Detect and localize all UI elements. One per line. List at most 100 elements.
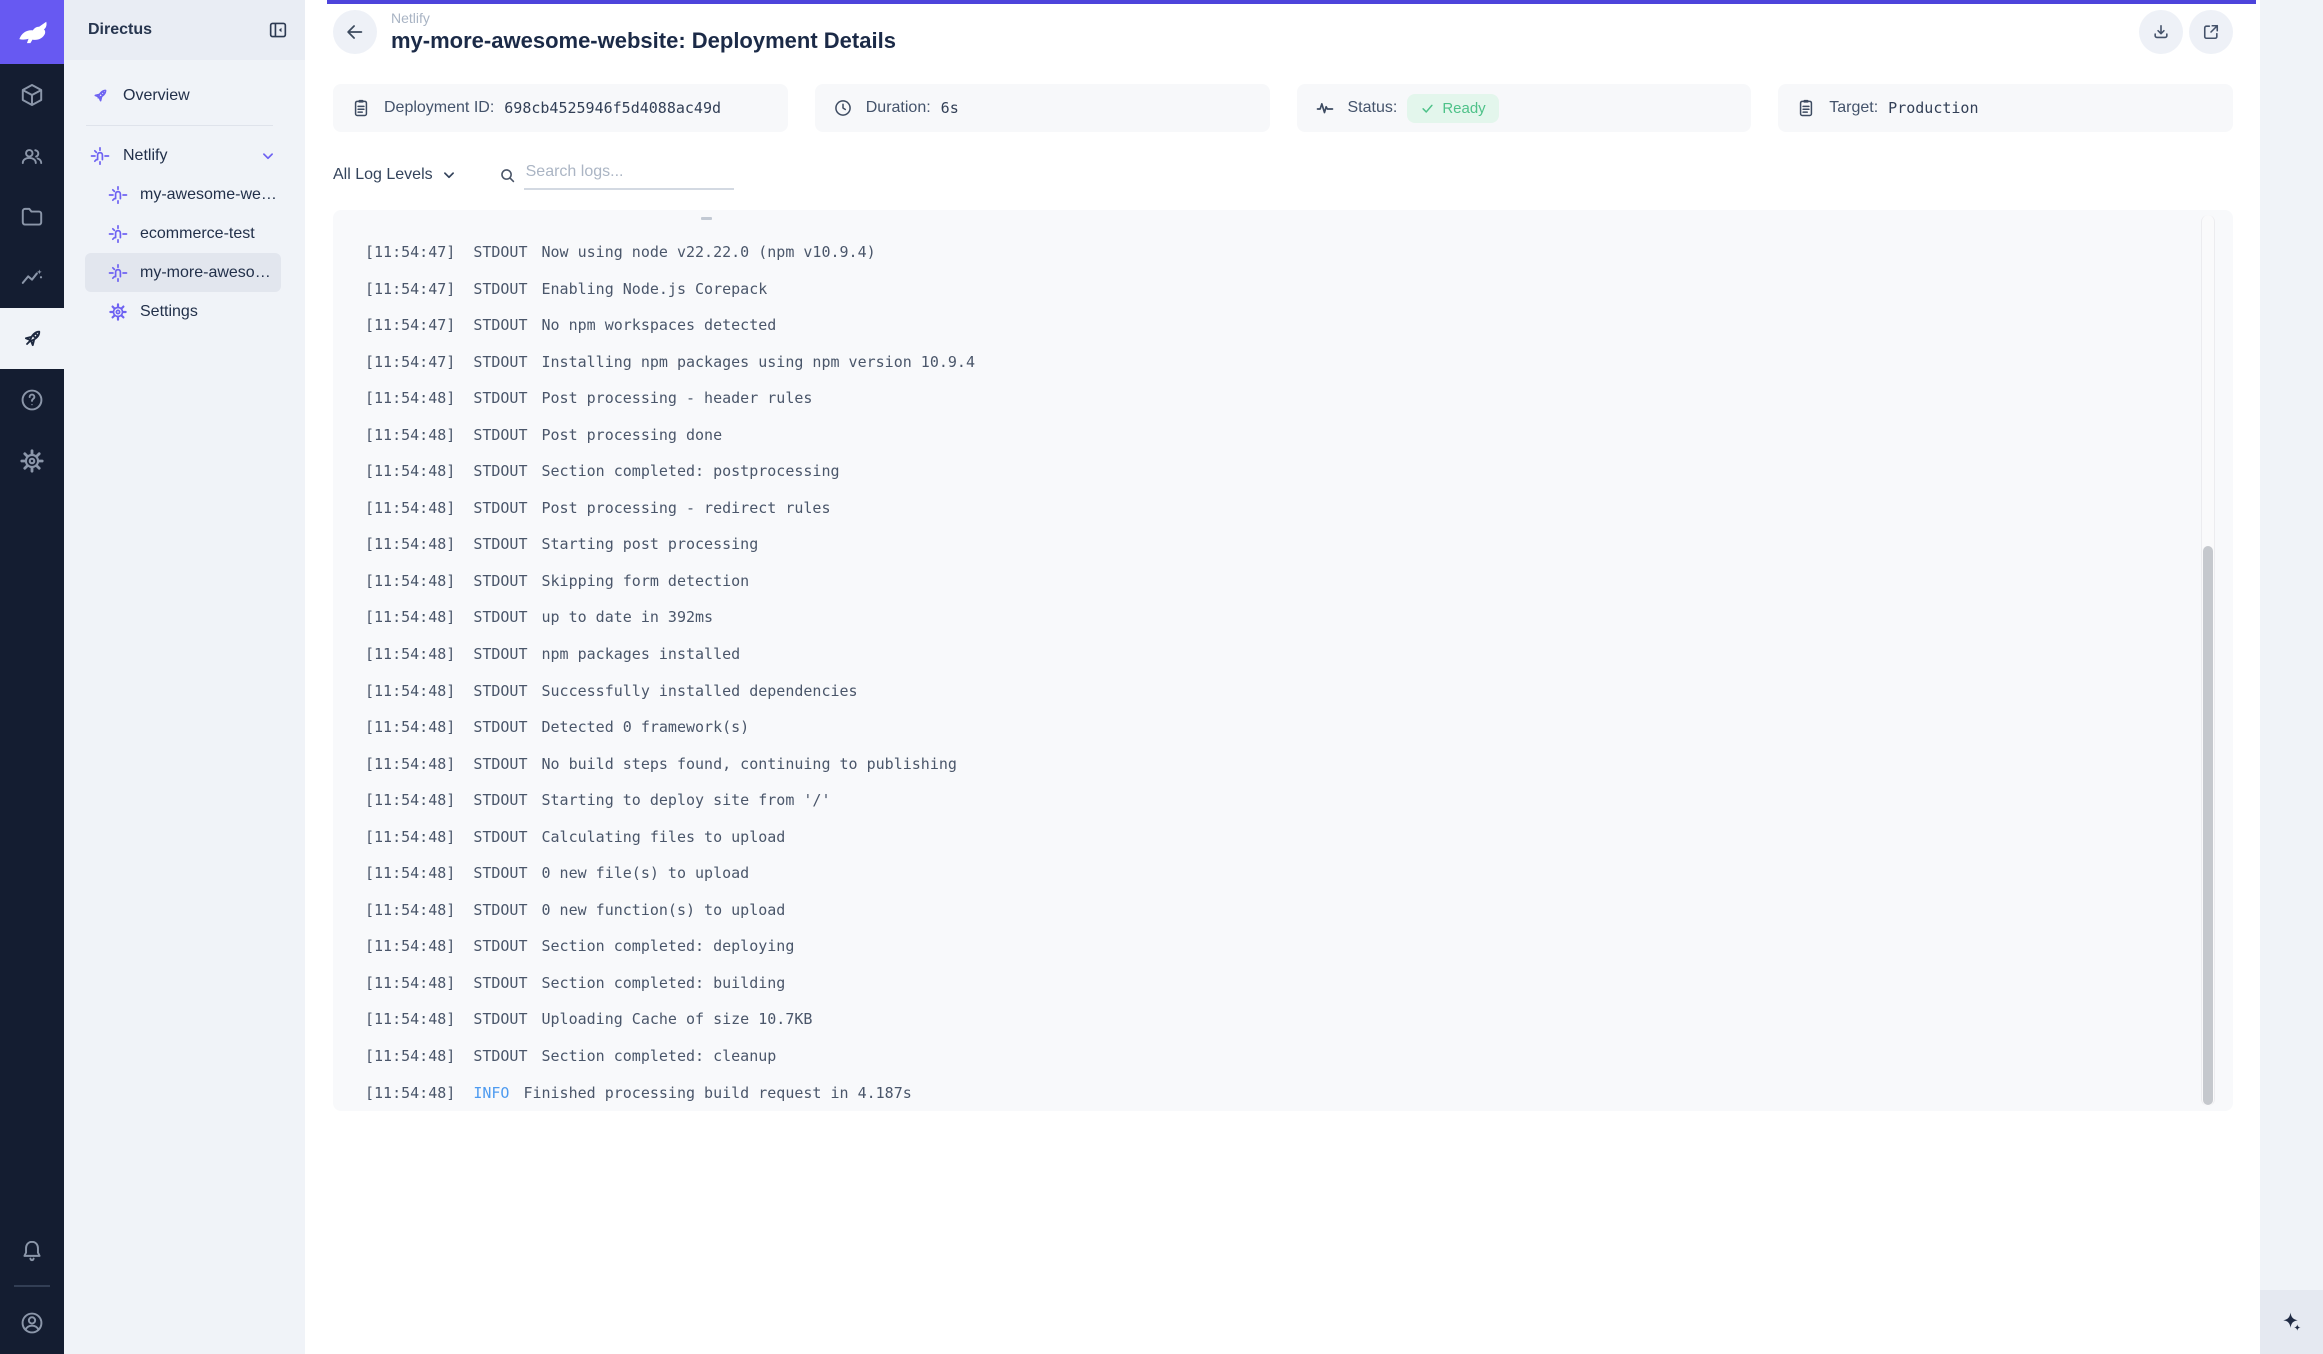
account-circle-icon (19, 1310, 45, 1336)
log-row: [11:54:48]STDOUTPost processing - header… (365, 380, 2173, 417)
netlify-node-icon (90, 146, 110, 166)
log-row: [11:54:48]STDOUT0 new file(s) to upload (365, 855, 2173, 892)
sidebar-item-label: Settings (140, 303, 198, 321)
module-files[interactable] (0, 186, 64, 247)
nav-header: Directus (64, 0, 305, 60)
people-icon (19, 143, 45, 169)
module-help[interactable] (0, 369, 64, 430)
module-bar-spacer (0, 491, 64, 1220)
duration-value: 6s (941, 99, 959, 117)
project-name: Directus (88, 21, 152, 39)
log-row: [11:54:48]STDOUTCalculating files to upl… (365, 819, 2173, 856)
log-row: [11:54:48]STDOUTSection completed: build… (365, 965, 2173, 1002)
page-header: Netlify my-more-awesome-website: Deploym… (305, 0, 2260, 54)
sidebar-item-ecommerce-test[interactable]: ecommerce-test (85, 214, 281, 253)
log-row: [11:54:48]STDOUTStarting post processing (365, 526, 2173, 563)
folder-icon (19, 204, 45, 230)
module-insights[interactable] (0, 247, 64, 308)
nav-items: Overview Netlify (64, 60, 305, 331)
main-content: Netlify my-more-awesome-website: Deploym… (305, 0, 2260, 1354)
log-row: [11:54:48]STDOUTup to date in 392ms (365, 599, 2173, 636)
log-level-dropdown[interactable]: All Log Levels (333, 166, 458, 184)
log-row: [11:54:47]STDOUTNo npm workspaces detect… (365, 307, 2173, 344)
module-users[interactable] (0, 125, 64, 186)
sidebar-item-label: ecommerce-test (140, 225, 255, 243)
log-row: [11:54:48]STDOUTSection completed: deplo… (365, 928, 2173, 965)
back-button[interactable] (333, 10, 377, 54)
netlify-node-icon (108, 224, 128, 244)
chevron-down-icon (440, 166, 458, 184)
log-row: [11:54:48]STDOUTnpm packages installed (365, 636, 2173, 673)
collapse-sidebar-button[interactable] (267, 19, 289, 41)
sidebar-item-label: Overview (123, 87, 190, 105)
duration-card: Duration: 6s (815, 84, 1270, 132)
target-card: Target: Production (1778, 84, 2233, 132)
gear-icon (108, 302, 128, 322)
deployment-id-card: Deployment ID: 698cb4525946f5d4088ac49d (333, 84, 788, 132)
arrow-left-icon (344, 21, 366, 43)
log-row: [11:54:47]STDOUTEnabling Node.js Corepac… (365, 271, 2173, 308)
status-badge: Ready (1407, 94, 1498, 123)
log-row: [11:54:48]STDOUTDetected 0 framework(s) (365, 709, 2173, 746)
log-row: [11:54:48]STDOUTUploading Cache of size … (365, 1001, 2173, 1038)
log-level-dropdown-label: All Log Levels (333, 166, 433, 184)
netlify-node-icon (108, 185, 128, 205)
rocket-icon (90, 86, 110, 106)
log-row: [11:54:48]INFOFinished processing build … (365, 1075, 2173, 1111)
breadcrumb: Netlify (391, 10, 896, 26)
sidebar-item-settings[interactable]: Settings (85, 292, 281, 331)
header-actions (2139, 10, 2233, 54)
log-row: [11:54:47]STDOUTNow using node v22.22.0 … (365, 234, 2173, 271)
sparkle-icon (2280, 1310, 2304, 1334)
open-external-button[interactable] (2189, 10, 2233, 54)
deployment-id-value: 698cb4525946f5d4088ac49d (504, 99, 721, 117)
log-row: [11:54:48]STDOUTNo build steps found, co… (365, 746, 2173, 783)
card-label: Status: (1348, 99, 1398, 117)
rocket-icon (19, 326, 45, 352)
log-row: [11:54:48]STDOUTPost processing - redire… (365, 490, 2173, 527)
directus-logo[interactable] (0, 0, 64, 64)
log-row: [11:54:47]STDOUTInstalling npm packages … (365, 344, 2173, 381)
log-row: [11:54:48]STDOUTStarting to deploy site … (365, 782, 2173, 819)
log-filter-row: All Log Levels (333, 158, 2233, 192)
chevron-down-icon[interactable] (259, 147, 277, 165)
ai-assistant-button[interactable] (2260, 1290, 2323, 1354)
account-button[interactable] (0, 1291, 64, 1354)
status-value: Ready (1442, 100, 1485, 117)
log-row: [11:54:48]STDOUT0 new function(s) to upl… (365, 892, 2173, 929)
page-title: my-more-awesome-website: Deployment Deta… (391, 28, 896, 54)
sidebar-item-my-awesome-website[interactable]: my-awesome-we… (85, 175, 281, 214)
download-icon (2151, 22, 2171, 42)
netlify-node-icon (108, 263, 128, 283)
sidebar-item-label: my-awesome-we… (140, 186, 277, 204)
module-settings[interactable] (0, 430, 64, 491)
clock-icon (833, 98, 853, 118)
module-bar-divider (14, 1285, 50, 1287)
download-logs-button[interactable] (2139, 10, 2183, 54)
sidebar-item-my-more-awesome-website[interactable]: my-more-aweso… (85, 253, 281, 292)
log-lines: [11:54:47]STDOUTNow using node v22.22.0 … (365, 234, 2173, 1111)
clipboard-icon (351, 98, 371, 118)
open-in-new-icon (2201, 22, 2221, 42)
sidebar-item-overview[interactable]: Overview (64, 76, 293, 115)
nav-divider (86, 125, 273, 126)
bell-icon (19, 1238, 45, 1264)
log-row: [11:54:48]STDOUTSection completed: clean… (365, 1038, 2173, 1075)
title-block: Netlify my-more-awesome-website: Deploym… (391, 10, 896, 54)
search-input[interactable] (524, 161, 734, 190)
log-row: [11:54:48]STDOUTSection completed: postp… (365, 453, 2173, 490)
notifications-button[interactable] (0, 1220, 64, 1281)
rabbit-logo-icon (13, 13, 51, 51)
app: Directus (0, 0, 2323, 1354)
card-label: Duration: (866, 99, 931, 117)
sidebar-item-label: my-more-aweso… (140, 264, 271, 282)
sidebar-group-netlify[interactable]: Netlify (64, 136, 293, 175)
log-scrollbar-thumb[interactable] (2203, 546, 2213, 1105)
clipped-log-line (701, 217, 712, 220)
module-content[interactable] (0, 64, 64, 125)
clipboard-icon (1796, 98, 1816, 118)
gear-icon (19, 448, 45, 474)
target-value: Production (1888, 99, 1978, 117)
module-deployments[interactable] (0, 308, 64, 369)
search-icon (498, 166, 517, 185)
